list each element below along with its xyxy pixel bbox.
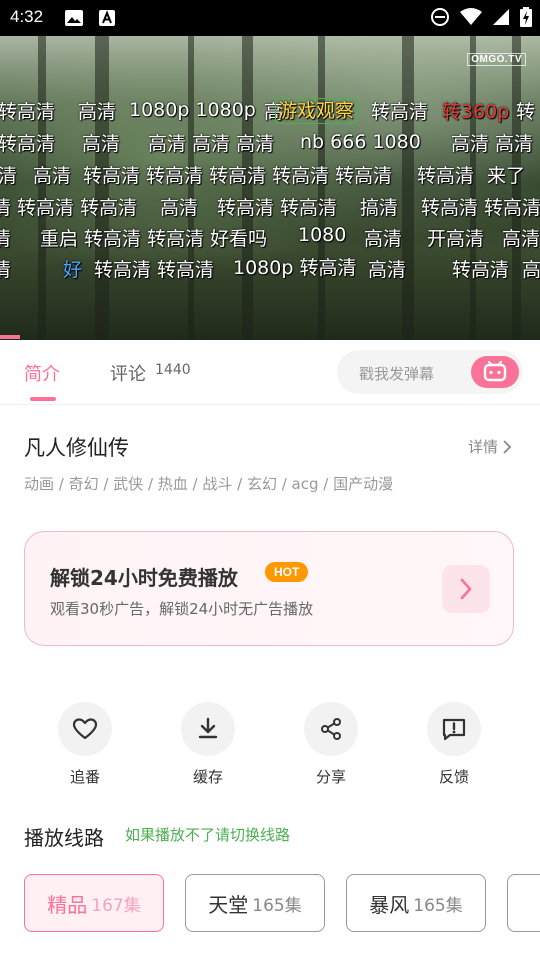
danmaku-comment: 开高清 <box>427 228 485 250</box>
danmaku-comment: 高清 <box>82 133 121 155</box>
promo-arrow-button[interactable] <box>442 565 490 613</box>
danmaku-comment: 好 <box>63 259 83 281</box>
download-label: 缓存 <box>192 768 223 786</box>
video-watermark: OMGO.TV <box>467 53 526 66</box>
wifi-icon <box>460 8 482 30</box>
share-label: 分享 <box>315 768 346 786</box>
danmaku-comment: 来了 <box>487 165 526 187</box>
danmaku-comment: 清 <box>0 165 18 187</box>
danmaku-placeholder: 戳我发弹幕 <box>359 365 435 383</box>
danmaku-comment: 转高清 <box>452 259 510 281</box>
danmaku-comment: 转高清 转高清 <box>421 197 540 219</box>
show-title: 凡人修仙传 <box>24 436 129 460</box>
route-name: 天堂 <box>208 892 249 917</box>
download-icon <box>181 702 235 756</box>
danmaku-comment: 转高清 转高清 <box>94 259 215 281</box>
danmaku-send-button[interactable] <box>471 356 519 388</box>
danmaku-comment: 重启 转高清 转高清 好看吗 <box>40 228 268 250</box>
comments-count: 1440 <box>155 362 191 378</box>
danmaku-comment: 转高清 <box>0 101 56 123</box>
route-option-jingpin[interactable]: 精品 167集 <box>24 874 164 932</box>
danmaku-comment: 转高清 <box>0 133 56 155</box>
chevron-right-icon <box>503 439 512 454</box>
danmaku-comment: 高清 <box>160 197 199 219</box>
follow-label: 追番 <box>69 768 100 786</box>
danmaku-comment: 清 <box>0 228 12 250</box>
route-name: 暴风 <box>369 892 410 917</box>
play-route-title: 播放线路 <box>24 826 104 850</box>
danmaku-comment: 转高清 转高清 <box>217 197 338 219</box>
danmaku-comment: 游戏观察 <box>275 98 358 124</box>
status-time: 4:32 <box>10 7 44 26</box>
share-button[interactable]: 分享 <box>281 702 381 787</box>
danmaku-comment: nb 666 1080 <box>300 131 421 153</box>
route-option-baofeng[interactable]: 暴风 165集 <box>346 874 486 932</box>
route-name: 精品 <box>47 892 88 917</box>
danmaku-comment: 1080p 1080p <box>129 99 256 121</box>
tab-comments[interactable]: 评论 <box>110 360 146 386</box>
route-episode-count: 165集 <box>252 895 302 916</box>
danmaku-comment: 转360p <box>442 101 510 123</box>
chevron-right-icon <box>460 578 472 600</box>
danmaku-comment: 转 <box>516 101 536 123</box>
feedback-label: 反馈 <box>438 768 469 786</box>
tab-active-indicator <box>30 397 56 401</box>
danmaku-comment: 清 转高清 转高清 <box>0 197 138 219</box>
do-not-disturb-icon <box>430 7 450 31</box>
video-player[interactable]: OMGO.TV 转高清 高清 1080p 1080p 高 游戏观察 转高清 转3… <box>0 36 540 340</box>
feedback-button[interactable]: 反馈 <box>404 702 504 787</box>
share-icon <box>304 702 358 756</box>
danmaku-comment: 转高清 <box>417 165 475 187</box>
danmaku-comment: 高清 <box>368 259 407 281</box>
signal-icon <box>492 8 510 30</box>
unlock-promo-card[interactable]: 解锁24小时免费播放 HOT 观看30秒广告，解锁24小时无广告播放 <box>24 531 514 646</box>
show-tags: 动画 / 奇幻 / 武侠 / 热血 / 战斗 / 玄幻 / acg / 国产动漫 <box>24 475 394 493</box>
battery-icon <box>520 7 532 31</box>
text-icon <box>98 9 116 31</box>
hot-badge: HOT <box>265 562 309 582</box>
tab-intro[interactable]: 简介 <box>24 360 60 386</box>
danmaku-comment: 高清 <box>364 228 403 250</box>
details-label: 详情 <box>467 438 498 456</box>
details-link[interactable]: 详情 <box>468 436 512 457</box>
route-episode-count: 165集 <box>413 895 463 916</box>
video-progress-bar[interactable] <box>0 335 20 339</box>
feedback-icon <box>427 702 481 756</box>
danmaku-comment: 清 <box>0 259 12 281</box>
danmaku-comment: 高清 <box>33 165 72 187</box>
danmaku-comment: 转高清 <box>371 101 429 123</box>
download-button[interactable]: 缓存 <box>158 702 258 787</box>
danmaku-comment: 1080p 转高清 <box>233 257 357 279</box>
danmaku-comment: 1080 <box>298 224 347 246</box>
danmaku-comment: 高清 <box>78 101 117 123</box>
tab-bar: 简介 评论 1440 戳我发弹幕 <box>0 340 540 405</box>
route-option-tiantang[interactable]: 天堂 165集 <box>185 874 325 932</box>
gallery-icon <box>64 9 84 31</box>
play-route-hint: 如果播放不了请切换线路 <box>125 826 291 844</box>
follow-button[interactable]: 追番 <box>35 702 135 787</box>
heart-icon <box>58 702 112 756</box>
danmaku-comment: 高 <box>522 259 540 281</box>
danmaku-comment: 转高清 转高清 转高清 转高清 转高清 <box>83 165 393 187</box>
status-bar: 4:32 <box>0 0 540 36</box>
danmaku-comment: 高清 高清 高清 <box>148 133 275 155</box>
route-episode-count: 167集 <box>91 895 141 916</box>
bilibili-tv-icon <box>483 360 507 382</box>
danmaku-comment: 高清 高清 <box>451 133 534 155</box>
danmaku-comment: 高清 <box>502 228 540 250</box>
route-option-partial[interactable] <box>507 874 540 932</box>
danmaku-comment: 搞清 <box>360 197 399 219</box>
promo-title: 解锁24小时免费播放 <box>50 566 238 590</box>
danmaku-input[interactable]: 戳我发弹幕 <box>337 350 523 394</box>
promo-subtitle: 观看30秒广告，解锁24小时无广告播放 <box>50 600 314 618</box>
